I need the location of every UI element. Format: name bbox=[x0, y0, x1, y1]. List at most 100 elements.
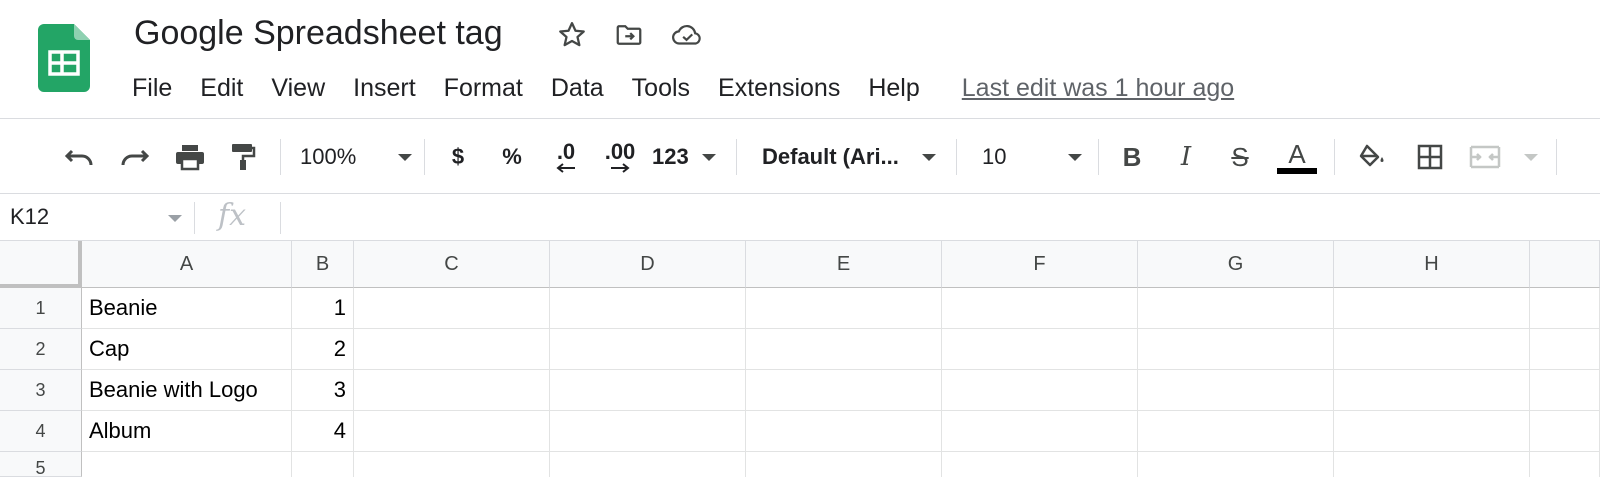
menu-format[interactable]: Format bbox=[444, 74, 523, 103]
column-header-e[interactable]: E bbox=[746, 241, 942, 288]
empty-cell[interactable] bbox=[354, 370, 550, 411]
formula-input[interactable] bbox=[290, 202, 1590, 234]
column-header-overflow[interactable] bbox=[1530, 241, 1600, 288]
empty-cell[interactable] bbox=[1530, 411, 1600, 452]
empty-cell[interactable] bbox=[942, 288, 1138, 329]
empty-cell[interactable] bbox=[1334, 288, 1530, 329]
column-header-h[interactable]: H bbox=[1334, 241, 1530, 288]
empty-cell[interactable] bbox=[1138, 288, 1334, 329]
column-header-d[interactable]: D bbox=[550, 241, 746, 288]
empty-cell[interactable] bbox=[1334, 370, 1530, 411]
empty-cell[interactable] bbox=[550, 411, 746, 452]
chevron-down-icon[interactable] bbox=[168, 215, 182, 222]
text-color-button[interactable]: A bbox=[1276, 135, 1318, 179]
cell-b4[interactable]: 4 bbox=[292, 411, 354, 452]
empty-cell[interactable] bbox=[354, 452, 550, 477]
chevron-down-icon bbox=[1068, 153, 1082, 161]
row-header-4[interactable]: 4 bbox=[0, 411, 82, 452]
cell-b3[interactable]: 3 bbox=[292, 370, 354, 411]
cell-b1[interactable]: 1 bbox=[292, 288, 354, 329]
more-formats-button[interactable]: 123 bbox=[652, 135, 716, 179]
row-header-3[interactable]: 3 bbox=[0, 370, 82, 411]
menu-view[interactable]: View bbox=[271, 74, 325, 103]
row-header-1[interactable]: 1 bbox=[0, 288, 82, 329]
name-box[interactable]: K12 bbox=[10, 204, 49, 230]
empty-cell[interactable] bbox=[1334, 411, 1530, 452]
column-header-a[interactable]: A bbox=[82, 241, 292, 288]
empty-cell[interactable] bbox=[746, 329, 942, 370]
print-icon[interactable] bbox=[170, 135, 210, 179]
document-title[interactable]: Google Spreadsheet tag bbox=[134, 14, 503, 53]
cell-b5[interactable] bbox=[292, 452, 354, 477]
font-size-select[interactable]: 10 bbox=[982, 135, 1082, 179]
menu-edit[interactable]: Edit bbox=[200, 74, 243, 103]
empty-cell[interactable] bbox=[1334, 452, 1530, 477]
cell-a2[interactable]: Cap bbox=[82, 329, 292, 370]
fill-color-icon[interactable] bbox=[1354, 135, 1390, 179]
column-header-f[interactable]: F bbox=[942, 241, 1138, 288]
star-icon[interactable] bbox=[555, 18, 589, 52]
last-edit-link[interactable]: Last edit was 1 hour ago bbox=[962, 74, 1234, 103]
menu-data[interactable]: Data bbox=[551, 74, 604, 103]
empty-cell[interactable] bbox=[354, 411, 550, 452]
bold-button[interactable]: B bbox=[1114, 135, 1150, 179]
empty-cell[interactable] bbox=[942, 411, 1138, 452]
empty-cell[interactable] bbox=[1530, 452, 1600, 477]
currency-format-button[interactable]: $ bbox=[440, 135, 476, 179]
menu-insert[interactable]: Insert bbox=[353, 74, 416, 103]
empty-cell[interactable] bbox=[746, 370, 942, 411]
empty-cell[interactable] bbox=[1138, 370, 1334, 411]
cell-a1[interactable]: Beanie bbox=[82, 288, 292, 329]
italic-button[interactable]: I bbox=[1168, 135, 1204, 179]
strikethrough-button[interactable]: S bbox=[1222, 135, 1258, 179]
empty-cell[interactable] bbox=[1530, 370, 1600, 411]
cloud-saved-icon[interactable] bbox=[671, 18, 705, 52]
row-header-5[interactable]: 5 bbox=[0, 452, 82, 477]
empty-cell[interactable] bbox=[550, 452, 746, 477]
cell-a4[interactable]: Album bbox=[82, 411, 292, 452]
menu-extensions[interactable]: Extensions bbox=[718, 74, 840, 103]
undo-icon[interactable] bbox=[60, 135, 100, 179]
empty-cell[interactable] bbox=[1138, 452, 1334, 477]
empty-cell[interactable] bbox=[1334, 329, 1530, 370]
empty-cell[interactable] bbox=[1138, 411, 1334, 452]
chevron-down-icon bbox=[398, 153, 412, 161]
row-header-2[interactable]: 2 bbox=[0, 329, 82, 370]
select-all-corner[interactable] bbox=[0, 241, 82, 288]
increase-decimals-button[interactable]: .00 bbox=[598, 135, 642, 179]
cell-b2[interactable]: 2 bbox=[292, 329, 354, 370]
redo-icon[interactable] bbox=[114, 135, 154, 179]
empty-cell[interactable] bbox=[746, 452, 942, 477]
decrease-decimals-button[interactable]: .0 bbox=[544, 135, 588, 179]
empty-cell[interactable] bbox=[354, 288, 550, 329]
font-family-select[interactable]: Default (Ari... bbox=[762, 135, 936, 179]
empty-cell[interactable] bbox=[942, 329, 1138, 370]
cell-a5[interactable] bbox=[82, 452, 292, 477]
empty-cell[interactable] bbox=[354, 329, 550, 370]
sheets-logo-icon[interactable] bbox=[38, 24, 90, 92]
chevron-down-icon bbox=[1524, 153, 1538, 161]
cell-a3[interactable]: Beanie with Logo bbox=[82, 370, 292, 411]
empty-cell[interactable] bbox=[746, 288, 942, 329]
column-header-c[interactable]: C bbox=[354, 241, 550, 288]
empty-cell[interactable] bbox=[550, 329, 746, 370]
empty-cell[interactable] bbox=[550, 288, 746, 329]
empty-cell[interactable] bbox=[942, 452, 1138, 477]
empty-cell[interactable] bbox=[550, 370, 746, 411]
paint-format-icon[interactable] bbox=[226, 135, 260, 179]
percent-format-button[interactable]: % bbox=[494, 135, 530, 179]
column-header-b[interactable]: B bbox=[292, 241, 354, 288]
menu-file[interactable]: File bbox=[132, 74, 172, 103]
menu-help[interactable]: Help bbox=[868, 74, 919, 103]
zoom-select[interactable]: 100% bbox=[300, 135, 412, 179]
empty-cell[interactable] bbox=[1138, 329, 1334, 370]
move-folder-icon[interactable] bbox=[612, 18, 646, 52]
merge-cells-icon[interactable] bbox=[1468, 135, 1538, 179]
empty-cell[interactable] bbox=[1530, 288, 1600, 329]
menu-tools[interactable]: Tools bbox=[632, 74, 690, 103]
empty-cell[interactable] bbox=[746, 411, 942, 452]
empty-cell[interactable] bbox=[942, 370, 1138, 411]
empty-cell[interactable] bbox=[1530, 329, 1600, 370]
column-header-g[interactable]: G bbox=[1138, 241, 1334, 288]
borders-icon[interactable] bbox=[1412, 135, 1448, 179]
